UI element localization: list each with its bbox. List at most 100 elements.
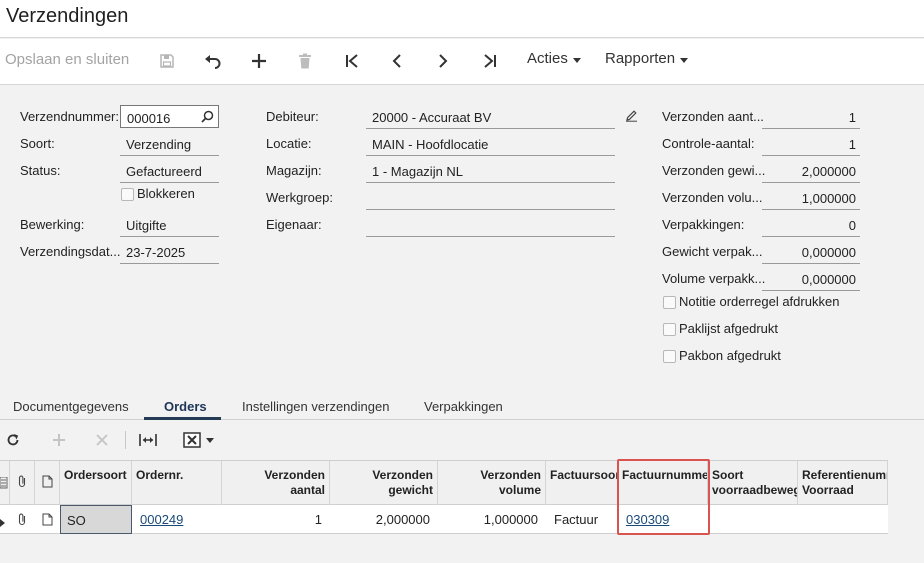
shipped-qty-label: Verzonden aant...: [662, 109, 764, 124]
attachment-icon: [10, 461, 35, 505]
col-shipped-qty-line2: aantal: [290, 483, 325, 497]
col-alloc-type-line2: voorraadbeweging: [712, 483, 797, 497]
control-qty-field[interactable]: 1: [762, 132, 860, 156]
operation-field[interactable]: Uitgifte: [120, 213, 219, 237]
note-icon[interactable]: [35, 505, 60, 534]
customer-field[interactable]: 20000 - Accuraat BV: [366, 105, 615, 129]
delete-row-icon[interactable]: [93, 431, 111, 449]
save-icon[interactable]: [155, 49, 179, 73]
cell-shipped-weight[interactable]: 2,000000: [330, 505, 438, 534]
delete-icon[interactable]: [293, 49, 317, 73]
next-record-icon[interactable]: [431, 49, 455, 73]
location-field[interactable]: MAIN - Hoofdlocatie: [366, 132, 615, 156]
col-alloc-type[interactable]: Soort voorraadbeweging: [708, 461, 798, 505]
workgroup-label: Werkgroep:: [266, 190, 333, 205]
col-shipped-qty[interactable]: Verzonden aantal: [222, 461, 330, 505]
packing-list-printed-checkbox[interactable]: [663, 323, 676, 336]
reports-menu[interactable]: Rapporten: [605, 50, 689, 67]
warehouse-label: Magazijn:: [266, 163, 322, 178]
row-selector-header: [0, 461, 10, 505]
active-tab-indicator: [144, 417, 221, 420]
col-inventory-ref-line1: Referentienummer: [802, 468, 887, 482]
previous-record-icon[interactable]: [385, 49, 409, 73]
refresh-icon[interactable]: [4, 431, 22, 449]
pick-list-printed-checkbox[interactable]: [663, 350, 676, 363]
search-icon[interactable]: [201, 110, 214, 126]
orders-grid: Ordersoort Ordernr. Verzonden aantal Ver…: [0, 460, 888, 534]
col-order-nbr[interactable]: Ordernr.: [132, 461, 222, 505]
last-record-icon[interactable]: [478, 49, 502, 73]
shipped-weight-field: 2,000000: [762, 159, 860, 183]
main-toolbar: Opslaan en sluiten Acties Rapporten: [0, 39, 924, 85]
add-icon[interactable]: [247, 49, 271, 73]
cell-alloc-type[interactable]: [708, 505, 798, 534]
operation-label: Bewerking:: [20, 217, 85, 232]
table-row[interactable]: SO 000249 1 2,000000 1,000000 Factuur 03…: [0, 505, 888, 534]
col-shipped-qty-line1: Verzonden: [264, 468, 325, 482]
type-field[interactable]: Verzending: [120, 132, 219, 156]
warehouse-field[interactable]: 1 - Magazijn NL: [366, 159, 615, 183]
col-invoice-type[interactable]: Factuursoort: [546, 461, 618, 505]
cell-shipped-qty[interactable]: 1: [222, 505, 330, 534]
save-and-close-button[interactable]: Opslaan en sluiten: [5, 51, 129, 68]
actions-menu-label: Acties: [527, 50, 568, 67]
package-volume-field: 0,000000: [762, 267, 860, 291]
cell-shipped-volume[interactable]: 1,000000: [438, 505, 546, 534]
shipped-volume-label: Verzonden volu...: [662, 190, 763, 205]
page-title: Verzendingen: [6, 5, 129, 27]
cell-invoice-type[interactable]: Factuur: [548, 505, 618, 534]
actions-menu[interactable]: Acties: [527, 50, 581, 67]
pencil-icon[interactable]: [625, 109, 638, 127]
package-volume-label: Volume verpakk...: [662, 271, 766, 286]
col-shipped-volume[interactable]: Verzonden volume: [438, 461, 546, 505]
col-inventory-ref[interactable]: Referentienummer Voorraad: [798, 461, 888, 505]
status-field: Gefactureerd: [120, 159, 219, 183]
cell-inventory-ref[interactable]: [798, 505, 888, 534]
shipment-date-label: Verzendingsdat...: [20, 244, 121, 259]
undo-icon[interactable]: [201, 49, 225, 73]
tab-shipping-settings[interactable]: Instellingen verzendingen: [242, 399, 389, 414]
fit-columns-icon[interactable]: [138, 431, 158, 449]
packages-field: 0: [762, 213, 860, 237]
shipment-summary-form: Verzendnummer: 000016 Soort: Verzending …: [0, 86, 924, 386]
col-shipped-volume-line2: volume: [498, 483, 541, 497]
print-line-notes-checkbox[interactable]: [663, 296, 676, 309]
packing-list-printed-label: Paklijst afgedrukt: [679, 321, 778, 336]
cell-order-nbr[interactable]: 000249: [134, 505, 222, 534]
shipped-volume-field: 1,000000: [762, 186, 860, 210]
shipped-qty-field: 1: [762, 105, 860, 129]
cell-order-type[interactable]: SO: [60, 505, 132, 534]
packages-label: Verpakkingen:: [662, 217, 745, 232]
grid-toolbar: [0, 421, 924, 459]
owner-field[interactable]: [366, 213, 615, 237]
tab-document-details[interactable]: Documentgegevens: [13, 399, 129, 414]
shipped-weight-label: Verzonden gewi...: [662, 163, 766, 178]
attachment-icon[interactable]: [10, 505, 35, 534]
customer-label: Debiteur:: [266, 109, 319, 124]
pick-list-printed-label: Pakbon afgedrukt: [679, 348, 781, 363]
chevron-down-icon: [572, 50, 581, 67]
shipment-date-field[interactable]: 23-7-2025: [120, 240, 219, 264]
col-shipped-weight-line2: gewicht: [388, 483, 433, 497]
package-weight-field: 0,000000: [762, 240, 860, 264]
first-record-icon[interactable]: [340, 49, 364, 73]
status-label: Status:: [20, 163, 61, 178]
owner-label: Eigenaar:: [266, 217, 322, 232]
workgroup-field[interactable]: [366, 186, 615, 210]
col-order-type[interactable]: Ordersoort: [60, 461, 132, 505]
shipment-number-field[interactable]: 000016: [120, 105, 219, 128]
type-label: Soort:: [20, 136, 55, 151]
hold-checkbox[interactable]: [121, 188, 134, 201]
toolbar-divider: [125, 431, 126, 449]
note-icon: [35, 461, 60, 505]
tab-orders[interactable]: Orders: [164, 399, 207, 414]
print-line-notes-label: Notitie orderregel afdrukken: [679, 294, 840, 309]
add-row-icon[interactable]: [50, 431, 68, 449]
col-inventory-ref-line2: Voorraad: [802, 483, 854, 497]
tab-packages[interactable]: Verpakkingen: [424, 399, 503, 414]
shipment-number-label: Verzendnummer:: [20, 109, 119, 124]
col-shipped-weight[interactable]: Verzonden gewicht: [330, 461, 438, 505]
excel-export-icon[interactable]: [182, 431, 216, 449]
detail-tabs: Documentgegevens Orders Instellingen ver…: [0, 393, 924, 420]
reports-menu-label: Rapporten: [605, 50, 676, 67]
